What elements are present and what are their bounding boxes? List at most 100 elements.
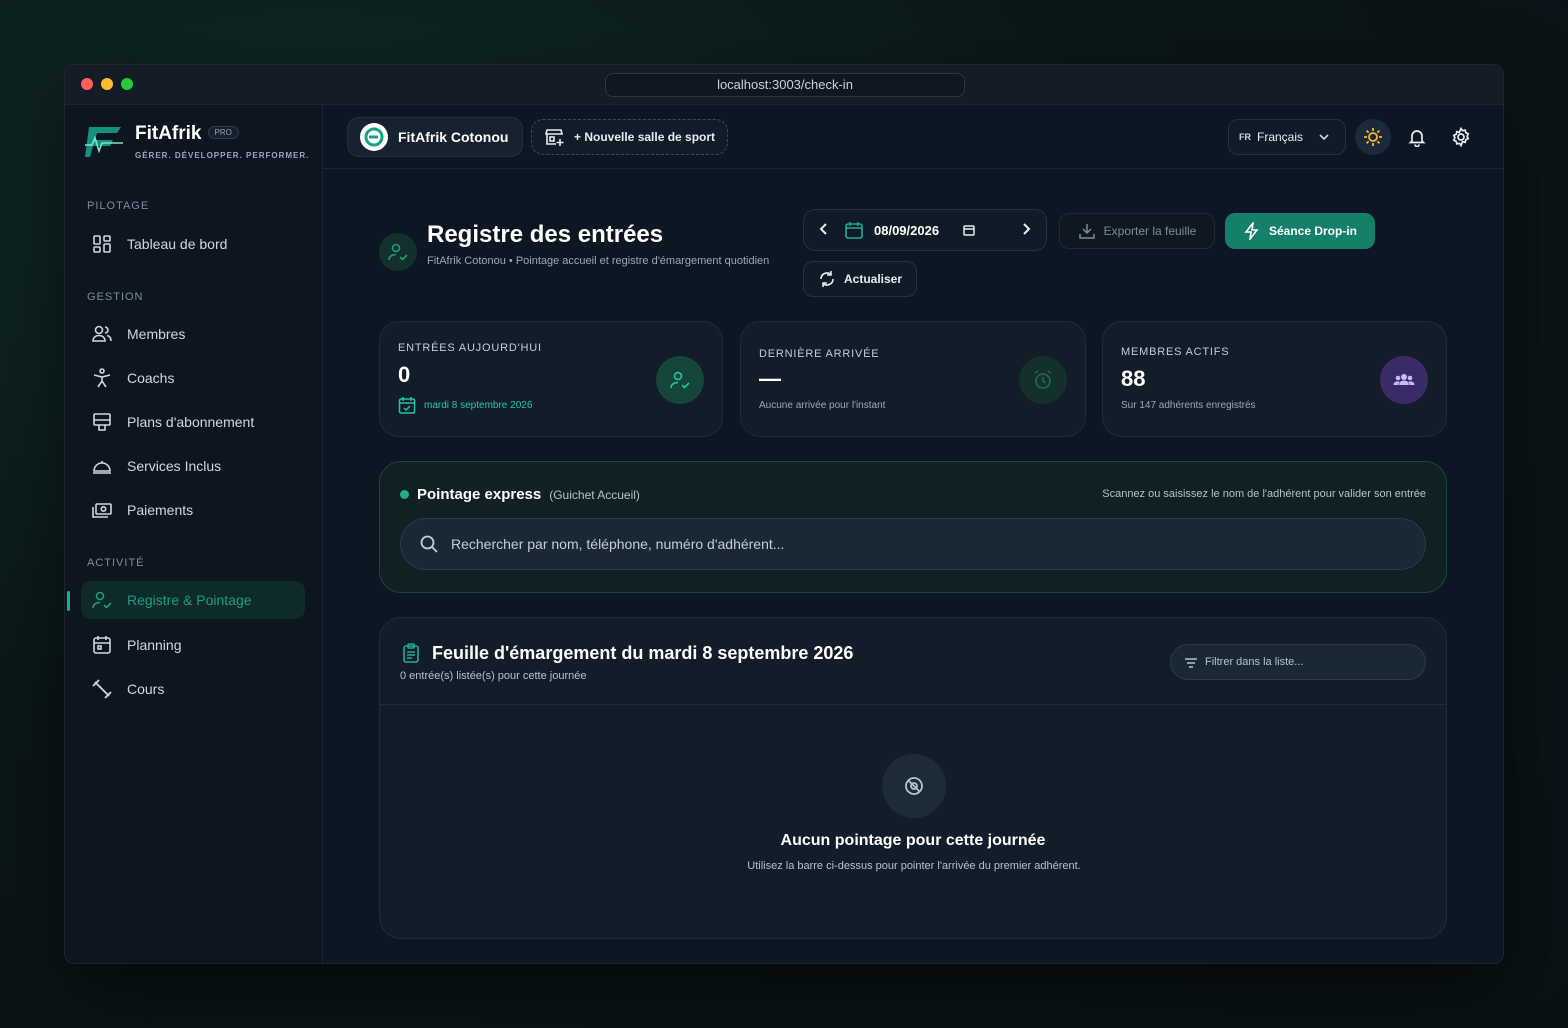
section-label-pilotage: PILOTAGE xyxy=(87,200,150,212)
gym-selector[interactable]: FitAfrik Cotonou xyxy=(347,117,524,157)
filter-icon xyxy=(1185,658,1197,668)
stat-card-last-arrival: DERNIÈRE ARRIVÉE — Aucune arrivée pour l… xyxy=(740,321,1086,437)
alarm-icon xyxy=(1034,370,1052,389)
gym-logo-icon xyxy=(360,123,388,151)
refresh-icon xyxy=(820,271,834,287)
stat-card-active-members: MEMBRES ACTIFS 88 Sur 147 adhérents enre… xyxy=(1102,321,1447,437)
sidebar-item-members[interactable]: Membres xyxy=(81,315,305,353)
app-window: localhost:3003/check-in FitAfrik PRO GÉRE… xyxy=(64,64,1504,964)
close-window-button[interactable] xyxy=(81,78,93,90)
section-label-gestion: GESTION xyxy=(87,291,144,303)
express-checkin-panel: Pointage express (Guichet Accueil) Scann… xyxy=(379,461,1447,593)
user-check-icon xyxy=(388,243,408,261)
address-bar[interactable]: localhost:3003/check-in xyxy=(605,73,965,97)
member-search-input[interactable] xyxy=(451,536,1425,552)
chevron-left-icon xyxy=(819,222,827,235)
sidebar-item-planning[interactable]: Planning xyxy=(81,626,305,664)
new-gym-button[interactable]: + Nouvelle salle de sport xyxy=(531,119,729,155)
checkin-icon xyxy=(92,591,112,609)
sidebar-item-services[interactable]: Services Inclus xyxy=(81,447,305,485)
express-title-text: Pointage express xyxy=(417,486,542,503)
express-title: Pointage express (Guichet Accueil) xyxy=(400,486,640,503)
settings-button[interactable] xyxy=(1443,119,1479,155)
sidebar-item-courses[interactable]: Cours xyxy=(81,670,305,708)
dropin-session-button[interactable]: Séance Drop-in xyxy=(1225,213,1375,249)
stat-icon xyxy=(1380,356,1428,404)
users-icon xyxy=(92,325,112,342)
stat-foot-text: mardi 8 septembre 2026 xyxy=(424,399,533,411)
sheet-divider xyxy=(380,704,1446,705)
sidebar-item-payments[interactable]: Paiements xyxy=(81,491,305,529)
active-indicator xyxy=(67,591,70,611)
sheet-filter-box[interactable] xyxy=(1170,644,1426,680)
brand[interactable]: FitAfrik PRO GÉRER. DÉVELOPPER. PERFORMER… xyxy=(83,123,309,161)
theme-toggle-button[interactable] xyxy=(1355,119,1391,155)
window-controls xyxy=(81,78,133,90)
export-sheet-button[interactable]: Exporter la feuille xyxy=(1059,213,1215,249)
sidebar: FitAfrik PRO GÉRER. DÉVELOPPER. PERFORMER… xyxy=(65,105,323,963)
calendar-check-icon xyxy=(398,397,416,414)
stat-icon xyxy=(656,356,704,404)
no-entry-icon xyxy=(905,777,923,795)
express-subtitle: (Guichet Accueil) xyxy=(549,487,640,502)
search-icon xyxy=(420,535,438,553)
refresh-label: Actualiser xyxy=(843,272,903,286)
stat-icon xyxy=(1019,356,1067,404)
empty-state-title: Aucun pointage pour cette journée xyxy=(780,832,1046,849)
store-add-icon xyxy=(544,129,564,146)
sidebar-item-dashboard[interactable]: Tableau de bord xyxy=(81,225,305,263)
sheet-subtitle: 0 entrée(s) listée(s) pour cette journée xyxy=(400,670,587,682)
coach-icon xyxy=(93,368,111,388)
refresh-button[interactable]: Actualiser xyxy=(803,261,917,297)
stat-value: 88 xyxy=(1121,366,1146,391)
stat-label: DERNIÈRE ARRIVÉE xyxy=(759,348,880,360)
stat-foot: mardi 8 septembre 2026 xyxy=(398,396,532,414)
stat-value: — xyxy=(759,366,781,391)
attendance-sheet: Feuille d'émargement du mardi 8 septembr… xyxy=(379,617,1447,939)
dashboard-icon xyxy=(93,235,111,253)
sheet-filter-input[interactable] xyxy=(1205,656,1425,668)
bell-icon xyxy=(1408,130,1426,147)
stat-value: 0 xyxy=(398,362,411,387)
next-day-button[interactable] xyxy=(1006,222,1046,239)
language-select[interactable]: FR Français xyxy=(1228,119,1346,155)
payments-icon xyxy=(92,503,112,518)
sidebar-item-label: Membres xyxy=(127,326,186,342)
plans-icon xyxy=(93,413,111,431)
minimize-window-button[interactable] xyxy=(101,78,113,90)
date-input-icon xyxy=(963,225,975,236)
sun-icon xyxy=(1364,128,1382,146)
top-bar: FitAfrik Cotonou + Nouvelle salle de spo… xyxy=(323,105,1503,169)
sidebar-item-label: Cours xyxy=(127,681,165,697)
sidebar-item-label: Services Inclus xyxy=(127,458,222,474)
user-check-icon xyxy=(670,371,690,389)
stat-foot: Aucune arrivée pour l'instant xyxy=(759,400,886,411)
services-icon xyxy=(93,461,111,474)
lightning-icon xyxy=(1244,222,1259,240)
maximize-window-button[interactable] xyxy=(121,78,133,90)
fitafrik-logo-icon xyxy=(85,127,123,157)
empty-state-icon xyxy=(882,754,946,818)
live-indicator xyxy=(400,490,409,499)
sidebar-item-label: Planning xyxy=(127,637,182,653)
language-label: Français xyxy=(1257,130,1304,144)
express-hint: Scannez ou saisissez le nom de l'adhéren… xyxy=(1102,488,1426,500)
member-search-box[interactable] xyxy=(400,518,1426,570)
sidebar-item-coaches[interactable]: Coachs xyxy=(81,359,305,397)
page-title: Registre des entrées xyxy=(427,221,664,248)
sidebar-item-label: Tableau de bord xyxy=(127,236,228,252)
gear-icon xyxy=(1452,126,1470,148)
stat-label: ENTRÉES AUJOURD'HUI xyxy=(398,342,542,354)
sidebar-item-checkin[interactable]: Registre & Pointage xyxy=(81,581,305,619)
sheet-title: Feuille d'émargement du mardi 8 septembr… xyxy=(400,642,853,664)
sidebar-item-plans[interactable]: Plans d'abonnement xyxy=(81,403,305,441)
new-gym-label: + Nouvelle salle de sport xyxy=(574,130,716,144)
empty-state-subtitle: Utilisez la barre ci-dessus pour pointer… xyxy=(747,860,1081,872)
chevron-right-icon xyxy=(1023,222,1031,235)
notifications-button[interactable] xyxy=(1399,119,1435,155)
date-picker[interactable]: 08/09/2026 xyxy=(844,220,1006,240)
dropin-label: Séance Drop-in xyxy=(1268,224,1358,238)
previous-day-button[interactable] xyxy=(804,222,844,239)
stat-foot: Sur 147 adhérents enregistrés xyxy=(1121,400,1256,411)
export-label: Exporter la feuille xyxy=(1103,224,1197,238)
